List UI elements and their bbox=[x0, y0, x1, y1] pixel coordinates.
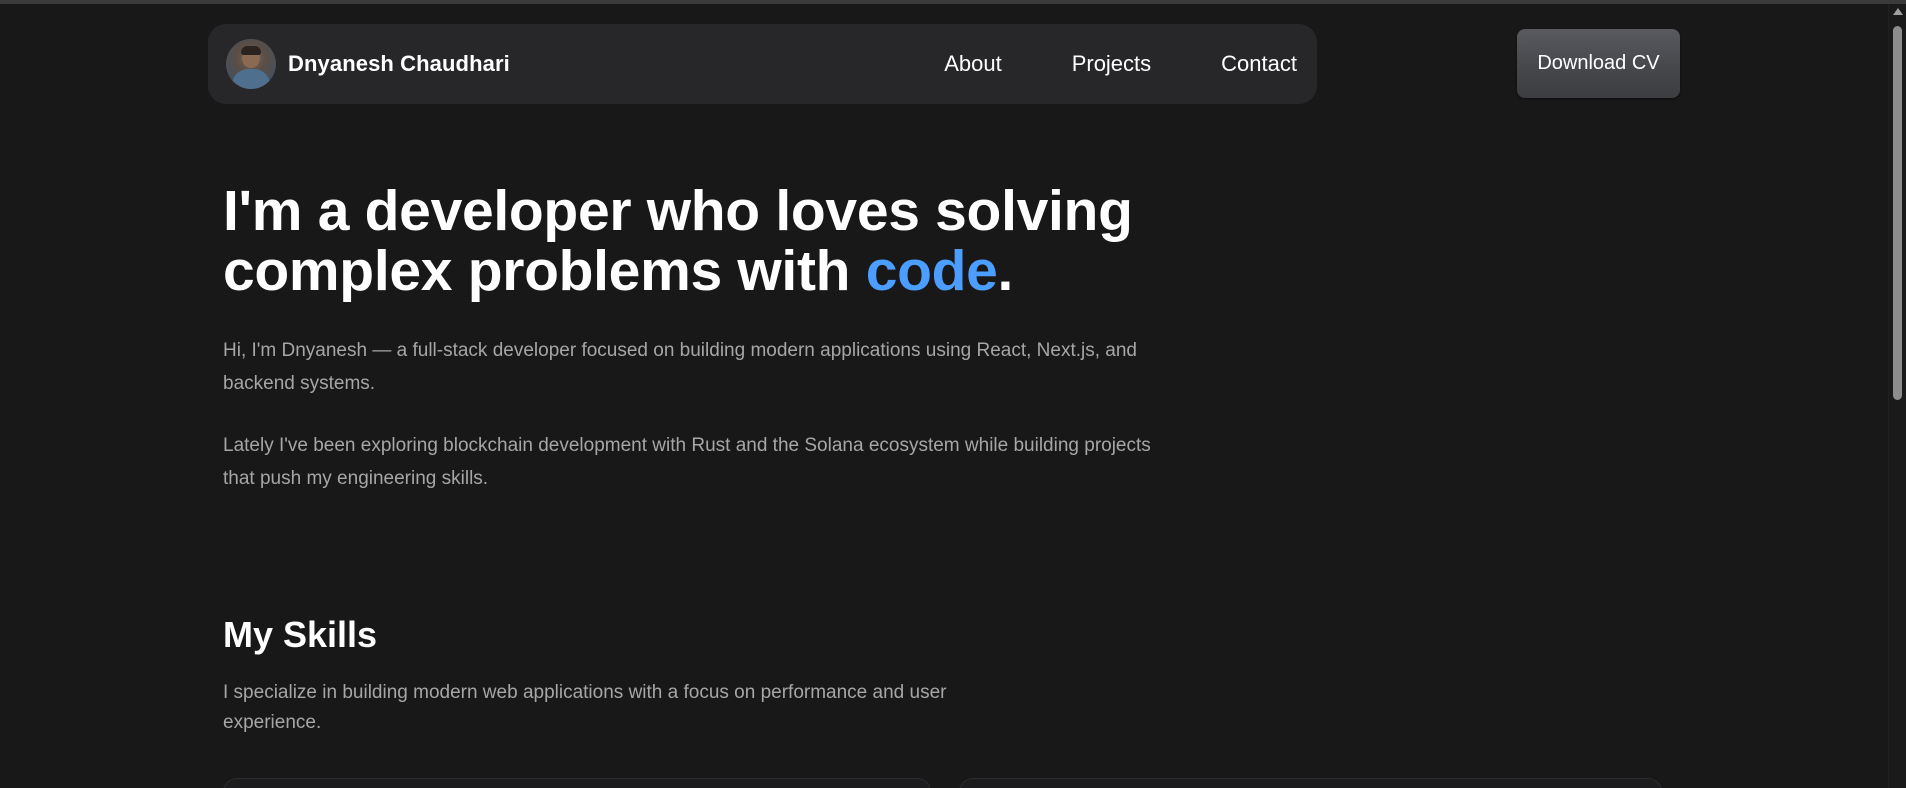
avatar bbox=[226, 39, 276, 89]
nav-link-contact[interactable]: Contact bbox=[1221, 51, 1297, 77]
window-top-strip bbox=[0, 0, 1906, 4]
download-cv-button[interactable]: Download CV bbox=[1517, 29, 1680, 98]
nav-link-projects[interactable]: Projects bbox=[1072, 51, 1151, 77]
avatar-hair bbox=[241, 46, 261, 55]
hero-exploring-paragraph: Lately I've been exploring blockchain de… bbox=[223, 435, 1151, 489]
hero-title: I'm a developer who loves solving complex… bbox=[223, 181, 1223, 301]
skill-card bbox=[959, 778, 1662, 788]
skill-card bbox=[223, 778, 931, 788]
nav-links: About Projects Contact bbox=[944, 51, 1297, 77]
avatar-body bbox=[232, 69, 270, 89]
nav-link-about[interactable]: About bbox=[944, 51, 1002, 77]
brand[interactable]: Dnyanesh Chaudhari bbox=[226, 39, 510, 89]
skills-description: I specialize in building modern web appl… bbox=[223, 682, 947, 733]
scrollbar-thumb[interactable] bbox=[1893, 26, 1902, 400]
navbar: Dnyanesh Chaudhari About Projects Contac… bbox=[208, 24, 1317, 104]
hero-title-line1: I'm a developer who loves solving bbox=[223, 179, 1133, 243]
scroll-up-arrow-icon[interactable] bbox=[1893, 8, 1903, 15]
brand-name: Dnyanesh Chaudhari bbox=[288, 51, 510, 76]
skills-title: My Skills bbox=[223, 614, 378, 655]
page-scrollbar[interactable] bbox=[1888, 4, 1906, 788]
hero-title-accent: code bbox=[865, 239, 998, 303]
hero-title-line2: complex problems with bbox=[223, 239, 866, 303]
hero-title-suffix: . bbox=[997, 239, 1014, 303]
hero-intro-paragraph: Hi, I'm Dnyanesh — a full-stack develope… bbox=[223, 340, 1137, 394]
